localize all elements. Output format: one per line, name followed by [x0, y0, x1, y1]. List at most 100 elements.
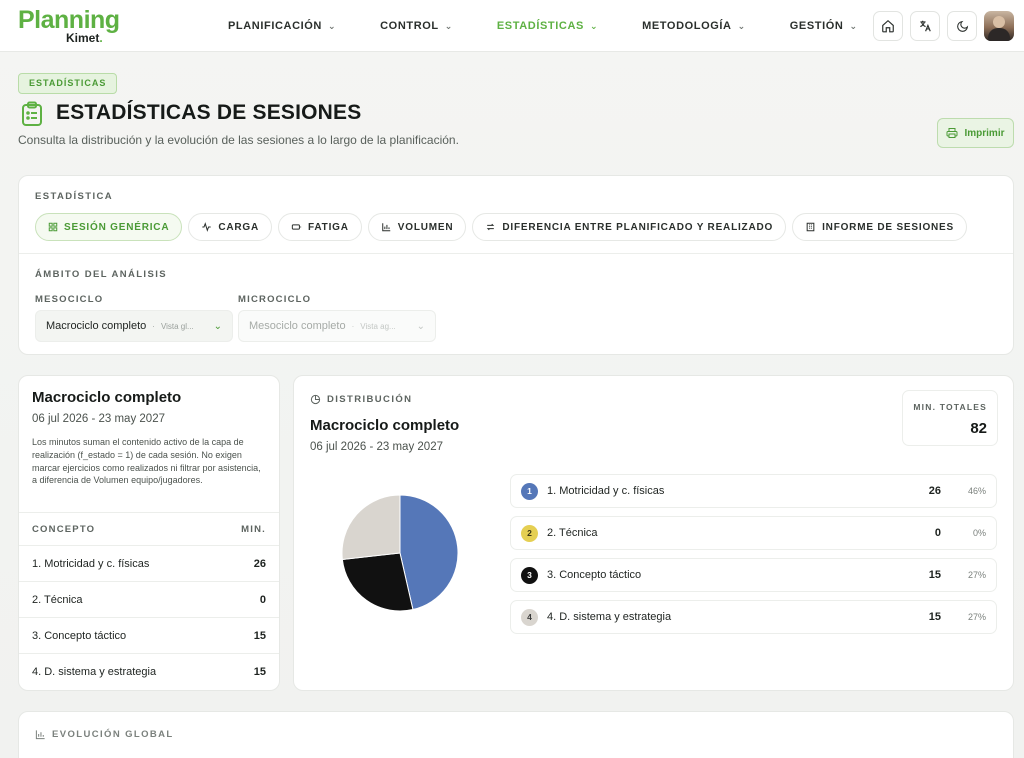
table-row: 2. Técnica 0	[19, 582, 279, 618]
pie-chart-icon	[310, 394, 321, 405]
bar-chart-icon	[382, 223, 391, 232]
legend-percent: 0%	[972, 528, 986, 538]
brand-sub-dot: .	[99, 31, 103, 45]
bar-chart-icon	[35, 730, 45, 740]
grid-icon	[48, 222, 58, 232]
microciclo-value: Mesociclo completo	[249, 320, 346, 332]
home-icon	[882, 19, 894, 33]
tab-informe-sesiones[interactable]: INFORME DE SESIONES	[792, 213, 967, 241]
chevron-down-icon: ⌄	[327, 20, 337, 31]
building-icon	[806, 222, 815, 232]
row-min: 26	[253, 558, 266, 570]
row-min: 15	[253, 630, 266, 642]
row-min: 15	[253, 666, 266, 678]
summary-title: Macrociclo completo	[32, 389, 182, 406]
tab-carga[interactable]: CARGA	[188, 213, 273, 241]
summary-panel: Macrociclo completo 06 jul 2026 - 23 may…	[18, 375, 280, 691]
table-row: 4. D. sistema y estrategia 15	[19, 654, 279, 690]
top-navbar: Planning Kimet. PLANIFICACIÓN ⌄ CONTROL ⌄ …	[0, 0, 1024, 52]
mesociclo-hint: Vista gl...	[160, 321, 194, 331]
legend-item-3[interactable]: 3 3. Concepto táctico 15 27%	[510, 558, 997, 592]
chevron-down-icon: ⌄	[737, 20, 746, 31]
microciclo-hint-sep: ·	[351, 321, 355, 331]
chevron-down-icon: ⌄	[444, 20, 453, 31]
nav-estadisticas[interactable]: ESTADÍSTICAS ⌄	[483, 16, 598, 36]
swap-icon	[487, 223, 495, 231]
legend-minutes: 15	[928, 569, 941, 581]
nav-label: GESTIÓN	[789, 20, 844, 32]
tab-volumen[interactable]: VOLUMEN	[367, 213, 467, 241]
legend-percent: 46%	[967, 486, 986, 496]
evolution-label: EVOLUCIÓN GLOBAL	[52, 729, 174, 740]
row-concept: 1. Motricidad y c. físicas	[32, 558, 150, 570]
nav-metodologia[interactable]: METODOLOGÍA ⌄	[628, 16, 746, 36]
legend-percent: 27%	[967, 570, 986, 580]
theme-toggle-button[interactable]	[947, 11, 977, 41]
chevron-down-icon: ⌄	[213, 320, 222, 332]
distribution-title: Macrociclo completo	[310, 417, 460, 434]
mesociclo-select[interactable]: Macrociclo completo · Vista gl... ⌄	[35, 310, 233, 342]
tab-label: SESIÓN GENÉRICA	[64, 221, 170, 233]
col-min: MIN.	[241, 524, 266, 535]
nav-planificacion[interactable]: PLANIFICACIÓN ⌄	[214, 16, 336, 36]
home-button[interactable]	[873, 11, 903, 41]
microciclo-label: MICROCICLO	[238, 294, 312, 305]
statistic-label: ESTADÍSTICA	[35, 191, 114, 202]
nav-control[interactable]: CONTROL ⌄	[366, 16, 453, 36]
print-label: Imprimir	[964, 127, 1005, 139]
total-minutes-box: MIN. TOTALES 82	[902, 390, 998, 446]
tab-fatiga[interactable]: FATIGA	[278, 213, 362, 241]
legend-badge: 2	[521, 525, 538, 542]
main-nav: PLANIFICACIÓN ⌄ CONTROL ⌄ ESTADÍSTICAS ⌄ ME…	[214, 0, 888, 52]
legend-badge: 3	[521, 567, 538, 584]
clipboard-icon	[22, 101, 42, 126]
tab-label: CARGA	[218, 221, 260, 233]
pulse-icon	[202, 222, 212, 232]
row-concept: 4. D. sistema y estrategia	[32, 666, 157, 678]
tab-label: DIFERENCIA ENTRE PLANIFICADO Y REALIZADO	[502, 221, 774, 233]
legend-item-2[interactable]: 2 2. Técnica 0 0%	[510, 516, 997, 550]
divider	[19, 253, 1013, 254]
mesociclo-value: Macrociclo completo	[46, 320, 147, 332]
distribution-pie-chart	[341, 494, 459, 612]
nav-label: METODOLOGÍA	[642, 20, 732, 32]
distribution-panel: DISTRIBUCIÓN Macrociclo completo 06 jul …	[293, 375, 1014, 691]
legend-name: 2. Técnica	[547, 527, 598, 539]
statistic-tabs: SESIÓN GENÉRICA CARGA FATIGA VOLUMEN DIF…	[35, 213, 967, 241]
row-concept: 2. Técnica	[32, 594, 83, 606]
microciclo-select[interactable]: Mesociclo completo · Vista ag... ⌄	[238, 310, 436, 342]
legend-minutes: 26	[928, 485, 941, 497]
legend-item-4[interactable]: 4 4. D. sistema y estrategia 15 27%	[510, 600, 997, 634]
legend-percent: 27%	[967, 612, 986, 622]
total-minutes-value: 82	[970, 420, 987, 437]
avatar[interactable]	[984, 11, 1014, 41]
print-button[interactable]: Imprimir	[937, 118, 1014, 148]
chevron-down-icon: ⌄	[416, 320, 425, 332]
tab-label: FATIGA	[308, 221, 349, 233]
legend-badge: 1	[521, 483, 538, 500]
brand-sub-text: Kimet	[66, 31, 100, 45]
mesociclo-label: MESOCICLO	[35, 294, 104, 305]
statistics-panel: ESTADÍSTICA SESIÓN GENÉRICA CARGA FATIGA…	[18, 175, 1014, 355]
pie-slice-4[interactable]	[341, 494, 401, 561]
distribution-dates: 06 jul 2026 - 23 may 2027	[310, 441, 443, 453]
legend-minutes: 0	[934, 527, 941, 539]
tab-sesion-generica[interactable]: SESIÓN GENÉRICA	[35, 213, 183, 241]
legend-name: 4. D. sistema y estrategia	[547, 611, 672, 623]
row-concept: 3. Concepto táctico	[32, 630, 127, 642]
brand-logo[interactable]: Planning Kimet.	[18, 6, 128, 46]
brand-sub: Kimet.	[66, 31, 103, 45]
col-concepto: CONCEPTO	[32, 524, 96, 535]
table-header: CONCEPTO MIN.	[19, 512, 279, 546]
evolution-header: EVOLUCIÓN GLOBAL	[35, 729, 174, 740]
evolution-panel: EVOLUCIÓN GLOBAL	[18, 711, 1014, 758]
total-minutes-label: MIN. TOTALES	[913, 402, 987, 412]
legend-item-1[interactable]: 1 1. Motricidad y c. físicas 26 46%	[510, 474, 997, 508]
mesociclo-hint-sep: ·	[152, 321, 155, 331]
distribution-header: DISTRIBUCIÓN	[310, 394, 412, 405]
tab-diferencia[interactable]: DIFERENCIA ENTRE PLANIFICADO Y REALIZADO	[472, 213, 787, 241]
language-button[interactable]	[910, 11, 940, 41]
pie-slice-3[interactable]	[341, 552, 414, 612]
nav-gestion[interactable]: GESTIÓN ⌄	[776, 16, 858, 36]
scope-label: ÁMBITO DEL ANÁLISIS	[35, 269, 167, 280]
